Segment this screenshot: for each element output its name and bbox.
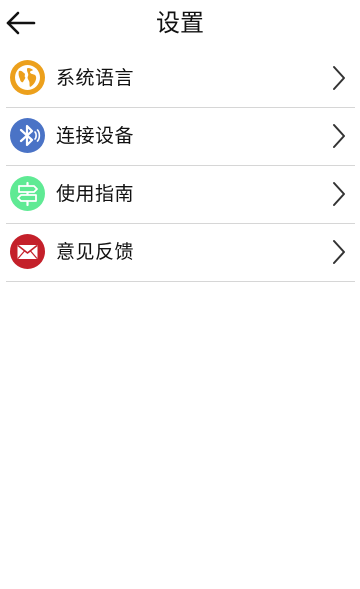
chevron-right-icon (333, 124, 345, 148)
menu-item-label: 连接设备 (56, 125, 135, 147)
page-title: 设置 (156, 9, 204, 37)
settings-menu: 系统语言 连接设备 使用指南 意见反馈 (6, 50, 355, 282)
menu-item-label: 系统语言 (56, 67, 135, 89)
chevron-right-icon (333, 66, 345, 90)
globe-icon (10, 60, 45, 95)
header: 设置 (0, 0, 360, 46)
menu-item-connect-device[interactable]: 连接设备 (6, 108, 355, 166)
signpost-icon (10, 176, 45, 211)
chevron-right-icon (333, 240, 345, 264)
envelope-icon (10, 234, 45, 269)
menu-item-label: 意见反馈 (56, 241, 135, 263)
menu-item-system-language[interactable]: 系统语言 (6, 50, 355, 108)
menu-item-user-guide[interactable]: 使用指南 (6, 166, 355, 224)
chevron-right-icon (333, 182, 345, 206)
bluetooth-icon (10, 118, 45, 153)
menu-item-feedback[interactable]: 意见反馈 (6, 224, 355, 282)
menu-item-label: 使用指南 (56, 183, 135, 205)
